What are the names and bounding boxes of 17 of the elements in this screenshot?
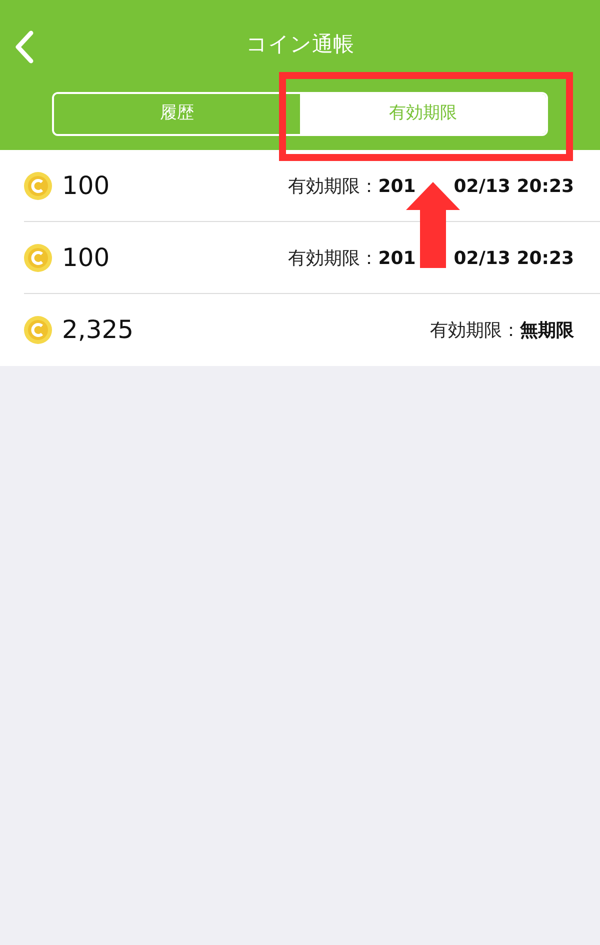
screen-title: コイン通帳: [246, 31, 354, 58]
expiry-label: 有効期限：: [288, 246, 378, 270]
expiry-label: 有効期限：: [288, 174, 378, 198]
expiry-value: 02/13 20:23: [454, 174, 574, 198]
coin-icon: [24, 244, 52, 272]
expiry-value: 201: [378, 246, 416, 270]
expiry-value: 無期限: [520, 318, 574, 342]
coin-amount: 2,325: [62, 314, 134, 346]
coin-amount: 100: [62, 170, 110, 202]
coin-amount: 100: [62, 242, 110, 274]
coin-icon: [24, 316, 52, 344]
expiry-value: 201: [378, 174, 416, 198]
expiry-value: 02/13 20:23: [454, 246, 574, 270]
coin-icon: [24, 172, 52, 200]
back-icon[interactable]: [13, 30, 35, 64]
tab[interactable]: 有効期限: [300, 94, 546, 134]
expiry-label: 有効期限：: [430, 318, 520, 342]
